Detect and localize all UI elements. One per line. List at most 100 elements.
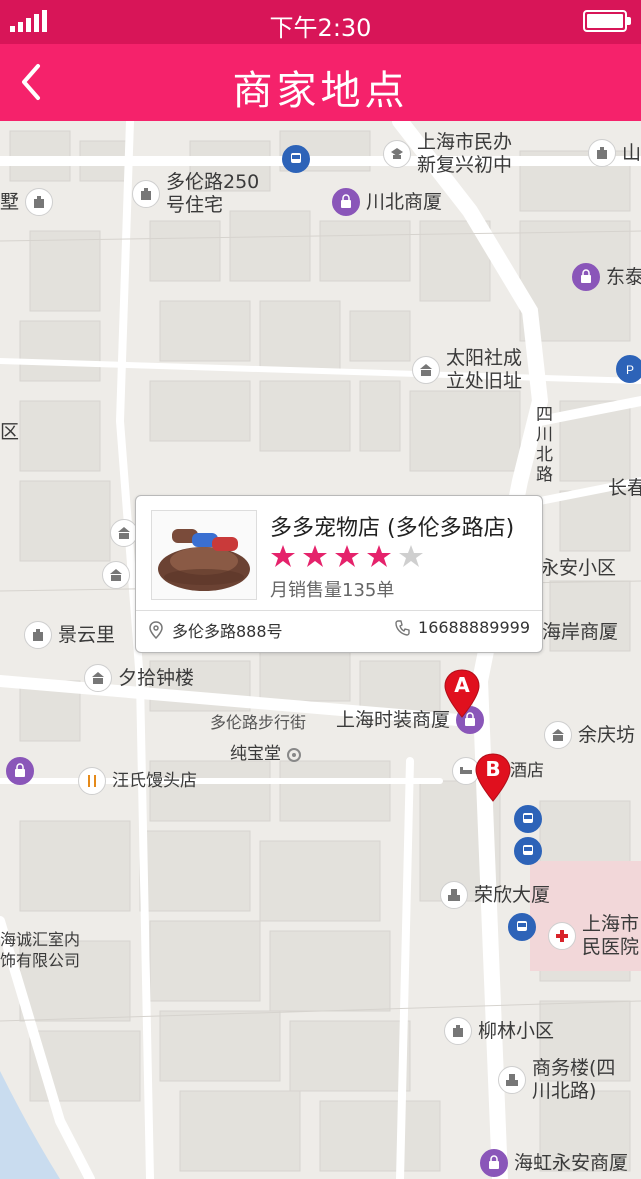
- poi-label: 纯宝堂: [230, 744, 281, 764]
- poi-district: 区: [0, 421, 19, 444]
- poi-landmark[interactable]: 景云里: [24, 621, 115, 649]
- road-sichuan-north: 四 川 北 路: [536, 405, 553, 485]
- poi-shopping[interactable]: 海虹永安商厦: [480, 1149, 628, 1177]
- poi-yongan[interactable]: 永安小区: [540, 557, 616, 580]
- poi-label: 上海市 民医院: [582, 913, 640, 958]
- status-bar: 下午2:30: [0, 0, 641, 44]
- poi-label: 川北商厦: [366, 190, 443, 213]
- poi-landmark[interactable]: 太阳社成 立处旧址: [412, 347, 522, 393]
- poi-landmark[interactable]: 余庆坊: [544, 721, 635, 749]
- poi-bus-stop[interactable]: [514, 805, 548, 833]
- poi-label: 东泰: [606, 265, 641, 288]
- landmark-icon: [412, 356, 440, 384]
- battery-icon: [583, 10, 631, 32]
- hospital-icon: [548, 922, 576, 950]
- map-marker-a[interactable]: A: [443, 669, 481, 719]
- phone-text: 16688889999: [418, 618, 530, 637]
- shopping-icon: [6, 757, 34, 785]
- poi-label: 景云里: [58, 623, 116, 646]
- poi-landmark[interactable]: [102, 561, 136, 589]
- poi-shopping[interactable]: 川北商厦: [332, 188, 442, 216]
- bus-icon: [514, 805, 542, 833]
- location-pin-icon: [149, 621, 163, 639]
- poi-landmark[interactable]: 墅: [0, 188, 59, 216]
- poi-company: 海诚汇室内 饰有限公司: [0, 929, 80, 971]
- building-icon: [498, 1066, 526, 1094]
- landmark-icon: [110, 519, 138, 547]
- poi-label: 太阳社成 立处旧址: [446, 347, 523, 392]
- poi-label: 上海时装商厦: [336, 708, 451, 731]
- monthly-sales: 月销售量135单: [270, 580, 395, 601]
- poi-label: 柳林小区: [478, 1019, 555, 1042]
- poi-bus-stop[interactable]: [282, 145, 316, 173]
- poi-changchun: 长春: [608, 477, 641, 500]
- dot-icon: [287, 747, 301, 762]
- star-icon: [270, 544, 296, 568]
- landmark-icon: [444, 1017, 472, 1045]
- bus-icon: [514, 837, 542, 865]
- poi-label: 海诚汇室内 饰有限公司: [0, 930, 81, 970]
- phone-icon: [395, 619, 410, 636]
- building-icon: [440, 881, 468, 909]
- store-phone[interactable]: 16688889999: [394, 618, 530, 637]
- map-view[interactable]: 上海市民办 新复兴初中 山 多伦路250 号住宅 川北商厦 墅 东泰 太阳社成 …: [0, 121, 641, 1179]
- poi-label: 长春: [608, 477, 641, 499]
- poi-shopping[interactable]: [6, 757, 40, 785]
- star-icon: [366, 544, 392, 568]
- parking-icon: P: [616, 355, 641, 383]
- poi-label: 多伦路250 号住宅: [166, 171, 260, 216]
- poi-label: 上海市民办 新复兴初中: [417, 131, 513, 176]
- poi-building[interactable]: 商务楼(四 川北路): [498, 1057, 615, 1103]
- page-title: 商家地点: [232, 68, 409, 114]
- poi-hospital[interactable]: 上海市 民医院: [548, 913, 639, 959]
- landmark-icon: [24, 621, 52, 649]
- poi-landmark[interactable]: 山: [588, 139, 641, 167]
- poi-restaurant[interactable]: 汪氏馒头店: [78, 767, 197, 795]
- store-thumbnail: [151, 510, 257, 600]
- divider: [136, 610, 542, 611]
- poi-label: 区: [0, 421, 20, 443]
- poi-bus-stop[interactable]: [508, 913, 542, 941]
- star-icon: [302, 544, 328, 568]
- poi-parking[interactable]: P: [616, 355, 641, 383]
- poi-bus-stop[interactable]: [514, 837, 548, 865]
- poi-label: 商务楼(四 川北路): [532, 1057, 616, 1102]
- store-address[interactable]: 多伦多路888号: [148, 618, 283, 642]
- store-info-popup[interactable]: 多多宠物店 (多伦多路店) 月销售量135单 多伦多路888号 16688889…: [135, 495, 543, 653]
- navigation-bar: 商家地点: [0, 44, 641, 121]
- poi-landmark[interactable]: 柳林小区: [444, 1017, 554, 1045]
- star-empty-icon: [398, 544, 424, 568]
- shopping-icon: [332, 188, 360, 216]
- map-marker-b[interactable]: B: [474, 753, 512, 803]
- svg-text:P: P: [626, 363, 634, 377]
- marker-label: B: [485, 757, 501, 781]
- poi-school[interactable]: 上海市民办 新复兴初中: [383, 131, 512, 177]
- poi-landmark[interactable]: 多伦路250 号住宅: [132, 171, 259, 217]
- poi-building[interactable]: 荣欣大厦: [440, 881, 550, 909]
- poi-landmark[interactable]: 夕拾钟楼: [84, 664, 194, 692]
- poi-chunbaotang[interactable]: 纯宝堂: [230, 743, 301, 766]
- shopping-icon: [572, 263, 600, 291]
- poi-label: 夕拾钟楼: [118, 666, 195, 689]
- poi-label: 余庆坊: [578, 723, 636, 746]
- landmark-icon: [84, 664, 112, 692]
- food-icon: [78, 767, 106, 795]
- school-icon: [383, 140, 411, 168]
- poi-label: 荣欣大厦: [474, 883, 551, 906]
- bus-icon: [282, 145, 310, 173]
- poi-label: 永安小区: [540, 557, 617, 579]
- landmark-icon: [544, 721, 572, 749]
- rating-stars: [270, 544, 430, 568]
- address-text: 多伦多路888号: [172, 622, 283, 641]
- poi-shopping[interactable]: 东泰: [572, 263, 641, 291]
- poi-haian[interactable]: 海岸商厦: [542, 621, 618, 644]
- poi-label: 海岸商厦: [542, 621, 619, 643]
- poi-label: 墅: [0, 190, 20, 213]
- bus-icon: [508, 913, 536, 941]
- road-label: 四 川 北 路: [536, 405, 553, 485]
- road-label: 多伦路步行街: [210, 713, 307, 732]
- poi-label: 酒店: [510, 760, 544, 781]
- shopping-icon: [480, 1149, 508, 1177]
- poi-label: 海虹永安商厦: [514, 1151, 629, 1174]
- landmark-icon: [588, 139, 616, 167]
